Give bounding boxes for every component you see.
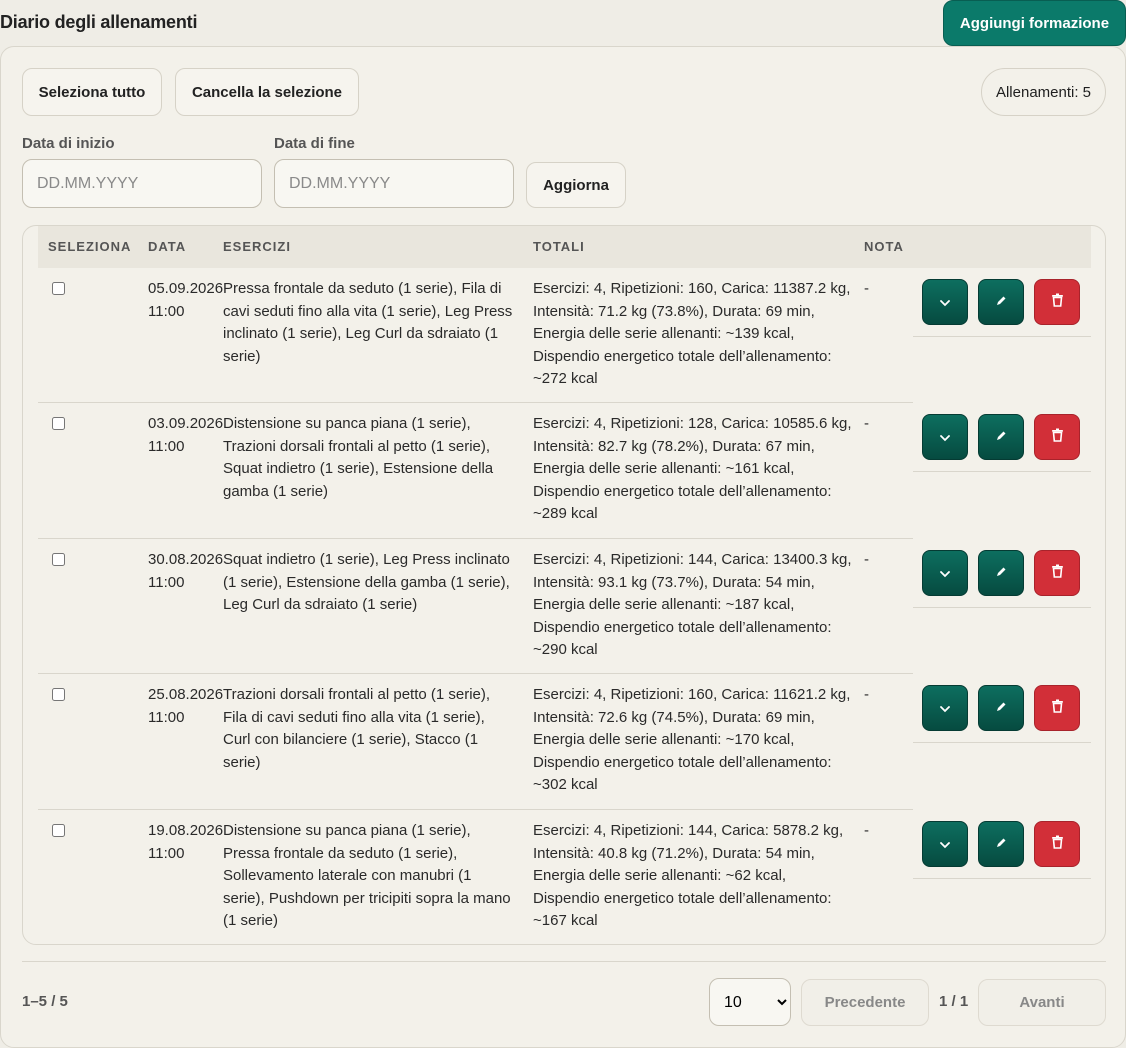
row-select-checkbox[interactable] [52,824,65,837]
delete-row-button[interactable] [1034,550,1080,596]
pencil-icon [995,697,1007,720]
expand-row-button[interactable] [922,685,968,731]
row-select-checkbox[interactable] [52,417,65,430]
table-header: SELEZIONA DATA ESERCIZI TOTALI NOTA [38,226,1091,268]
workouts-table: SELEZIONA DATA ESERCIZI TOTALI NOTA 05.0… [22,225,1106,945]
row-date: 30.08.2026 11:00 [148,551,224,591]
row-note: - [864,822,869,839]
pencil-icon [995,562,1007,585]
edit-row-button[interactable] [978,821,1024,867]
start-date-input[interactable] [22,159,262,208]
workout-count-badge: Allenamenti: 5 [981,68,1106,116]
row-select-checkbox[interactable] [52,553,65,566]
trash-icon [1051,833,1064,856]
page-header: Diario degli allenamenti Aggiungi formaz… [0,0,1126,46]
header-select: SELEZIONA [48,239,132,254]
row-totals: Esercizi: 4, Ripetizioni: 160, Carica: 1… [533,686,851,793]
expand-row-button[interactable] [922,821,968,867]
actions-divider [913,742,1091,743]
row-note: - [864,415,869,432]
chevron-down-icon [940,697,950,720]
row-totals: Esercizi: 4, Ripetizioni: 128, Carica: 1… [533,415,852,522]
table-row: 30.08.2026 11:00 Squat indietro (1 serie)… [38,539,1091,674]
row-date: 19.08.2026 11:00 [148,822,224,862]
pencil-icon [995,833,1007,856]
expand-row-button[interactable] [922,279,968,325]
start-date-label: Data di inizio [22,135,115,152]
expand-row-button[interactable] [922,414,968,460]
row-totals: Esercizi: 4, Ripetizioni: 144, Carica: 1… [533,551,852,658]
row-exercises: Distensione su panca piana (1 serie), Pr… [223,822,511,929]
row-exercises: Distensione su panca piana (1 serie), Tr… [223,415,494,500]
main-panel: Seleziona tutto Cancella la selezione Al… [0,46,1126,1048]
pencil-icon [995,291,1007,314]
row-exercises: Pressa frontale da seduto (1 serie), Fil… [223,280,513,365]
actions-divider [913,336,1091,337]
table-row: 03.09.2026 11:00 Distensione su panca pia… [38,403,1091,539]
header-date: DATA [148,239,187,254]
row-note: - [864,551,869,568]
page-size-select[interactable]: 10 [709,978,791,1026]
row-exercises: Trazioni dorsali frontali al petto (1 se… [223,686,491,771]
header-totals: TOTALI [533,239,585,254]
chevron-down-icon [940,426,950,449]
trash-icon [1051,562,1064,585]
row-note: - [864,280,869,297]
header-exercises: ESERCIZI [223,239,291,254]
edit-row-button[interactable] [978,279,1024,325]
header-note: NOTA [864,239,904,254]
delete-row-button[interactable] [1034,279,1080,325]
page-info: 1 / 1 [939,993,969,1010]
result-range: 1–5 / 5 [22,993,68,1010]
end-date-input[interactable] [274,159,514,208]
row-date: 25.08.2026 11:00 [148,686,224,726]
row-totals: Esercizi: 4, Ripetizioni: 160, Carica: 1… [533,280,851,387]
row-date: 03.09.2026 11:00 [148,415,224,455]
trash-icon [1051,291,1064,314]
row-note: - [864,686,869,703]
actions-divider [913,878,1091,879]
row-date: 05.09.2026 11:00 [148,280,224,320]
refresh-button[interactable]: Aggiorna [526,162,626,208]
select-all-button[interactable]: Seleziona tutto [22,68,162,116]
edit-row-button[interactable] [978,685,1024,731]
delete-row-button[interactable] [1034,414,1080,460]
footer-divider [22,961,1106,962]
chevron-down-icon [940,833,950,856]
next-page-button[interactable]: Avanti [978,979,1106,1026]
row-select-checkbox[interactable] [52,282,65,295]
table-row: 05.09.2026 11:00 Pressa frontale da sedut… [38,268,1091,403]
row-exercises: Squat indietro (1 serie), Leg Press incl… [223,551,510,613]
clear-selection-button[interactable]: Cancella la selezione [175,68,359,116]
chevron-down-icon [940,562,950,585]
page-title: Diario degli allenamenti [0,12,198,32]
add-training-button[interactable]: Aggiungi formazione [943,0,1126,46]
row-select-checkbox[interactable] [52,688,65,701]
delete-row-button[interactable] [1034,685,1080,731]
trash-icon [1051,697,1064,720]
edit-row-button[interactable] [978,550,1024,596]
table-row: 25.08.2026 11:00 Trazioni dorsali frontal… [38,674,1091,810]
row-totals: Esercizi: 4, Ripetizioni: 144, Carica: 5… [533,822,844,929]
actions-divider [913,607,1091,608]
end-date-label: Data di fine [274,135,355,152]
chevron-down-icon [940,291,950,314]
trash-icon [1051,426,1064,449]
previous-page-button[interactable]: Precedente [801,979,929,1026]
edit-row-button[interactable] [978,414,1024,460]
pencil-icon [995,426,1007,449]
expand-row-button[interactable] [922,550,968,596]
table-row: 19.08.2026 11:00 Distensione su panca pia… [38,810,1091,944]
delete-row-button[interactable] [1034,821,1080,867]
actions-divider [913,471,1091,472]
